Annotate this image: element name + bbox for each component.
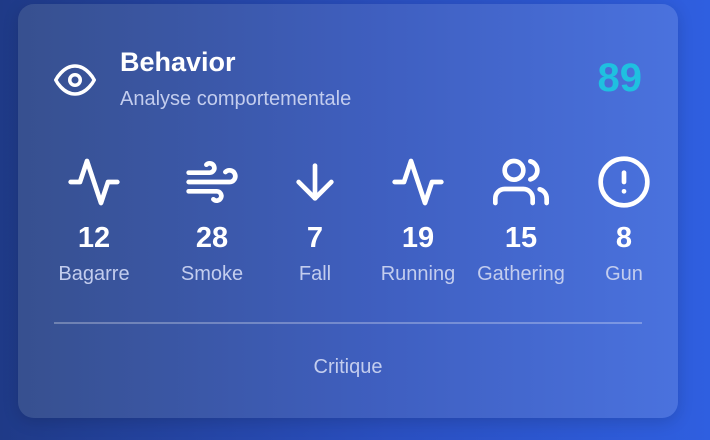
metric-value: 15 [504, 222, 538, 254]
divider [54, 322, 642, 324]
wind-icon [184, 154, 240, 210]
metric-label: Gun [605, 263, 643, 285]
metric-label: Bagarre [58, 263, 130, 285]
card-title: Behavior [120, 47, 236, 77]
activity-icon [66, 154, 122, 210]
severity-label: Critique [313, 356, 383, 378]
behavior-card: Behavior Analyse comportementale 89 12 B… [18, 4, 678, 418]
metric-value: 19 [401, 222, 435, 254]
card-subtitle: Analyse comportementale [120, 88, 352, 110]
metric-value: 28 [195, 222, 229, 254]
metric-value: 8 [615, 222, 633, 254]
metric-running: 19 Running [368, 154, 468, 286]
metric-smoke: 28 Smoke [162, 154, 262, 286]
metric-bagarre: 12 Bagarre [44, 154, 144, 286]
metric-label: Smoke [180, 263, 244, 285]
arrow-down-icon [287, 154, 343, 210]
eye-icon [54, 59, 96, 101]
score-value: 89 [597, 56, 643, 100]
metric-label: Fall [298, 263, 332, 285]
metric-value: 7 [306, 222, 324, 254]
metric-gun: 8 Gun [574, 154, 674, 286]
metric-value: 12 [77, 222, 111, 254]
metric-label: Running [380, 263, 456, 285]
metric-fall: 7 Fall [265, 154, 365, 286]
alert-circle-icon [596, 154, 652, 210]
metric-gathering: 15 Gathering [471, 154, 571, 286]
activity-icon [390, 154, 446, 210]
metrics-row: 12 Bagarre 28 Smoke 7 Fall 19 Running 15… [44, 154, 664, 294]
metric-label: Gathering [477, 263, 565, 285]
users-icon [493, 154, 549, 210]
